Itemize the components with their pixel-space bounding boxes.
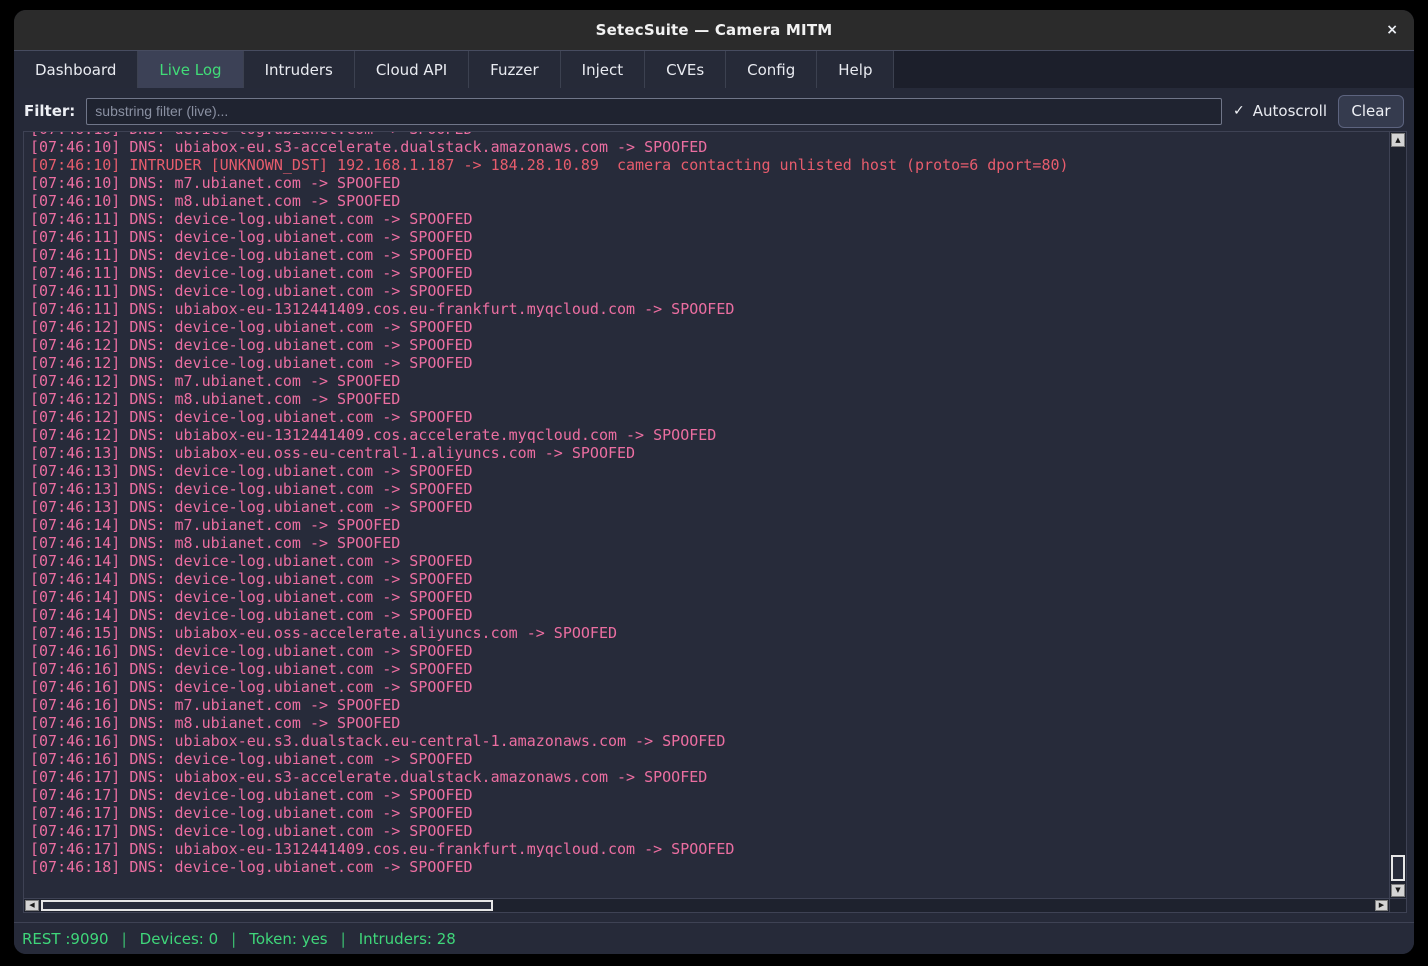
log-line: [07:46:13] DNS: ubiabox-eu.oss-eu-centra… xyxy=(30,444,1389,462)
log-line: [07:46:16] DNS: device-log.ubianet.com -… xyxy=(30,750,1389,768)
tab-inject[interactable]: Inject xyxy=(561,51,645,88)
log-line: [07:46:10] DNS: ubiabox-eu.s3-accelerate… xyxy=(30,138,1389,156)
log-line: [07:46:12] DNS: m7.ubianet.com -> SPOOFE… xyxy=(30,372,1389,390)
vertical-scrollbar[interactable]: ▲ ▼ xyxy=(1389,132,1406,898)
log-line: [07:46:13] DNS: device-log.ubianet.com -… xyxy=(30,462,1389,480)
log-line: [07:46:14] DNS: device-log.ubianet.com -… xyxy=(30,552,1389,570)
log-line: [07:46:10] DNS: m7.ubianet.com -> SPOOFE… xyxy=(30,174,1389,192)
log-line: [07:46:16] DNS: ubiabox-eu.s3.dualstack.… xyxy=(30,732,1389,750)
clear-button[interactable]: Clear xyxy=(1338,95,1404,128)
horizontal-scrollbar-thumb[interactable] xyxy=(41,900,493,911)
log-line: [07:46:14] DNS: m8.ubianet.com -> SPOOFE… xyxy=(30,534,1389,552)
status-separator: | xyxy=(122,930,127,948)
log-line: [07:46:11] DNS: device-log.ubianet.com -… xyxy=(30,264,1389,282)
log-line: [07:46:12] DNS: m8.ubianet.com -> SPOOFE… xyxy=(30,390,1389,408)
log-line: [07:46:15] DNS: ubiabox-eu.oss-accelerat… xyxy=(30,624,1389,642)
tab-live-log[interactable]: Live Log xyxy=(138,51,243,88)
log-line: [07:46:16] DNS: device-log.ubianet.com -… xyxy=(30,642,1389,660)
scroll-down-icon[interactable]: ▼ xyxy=(1391,884,1405,897)
checkmark-icon: ✓ xyxy=(1233,103,1245,119)
vertical-scrollbar-thumb[interactable] xyxy=(1391,855,1405,881)
tab-fuzzer[interactable]: Fuzzer xyxy=(469,51,560,88)
log-line: [07:46:14] DNS: m7.ubianet.com -> SPOOFE… xyxy=(30,516,1389,534)
log-text-area[interactable]: [07:46:10] DNS: device-log.ubianet.com -… xyxy=(24,132,1389,898)
status-segment: Devices: 0 xyxy=(140,930,218,948)
log-line: [07:46:14] DNS: device-log.ubianet.com -… xyxy=(30,570,1389,588)
log-line: [07:46:13] DNS: device-log.ubianet.com -… xyxy=(30,498,1389,516)
title-bar: SetecSuite — Camera MITM × xyxy=(14,10,1414,50)
log-line: [07:46:17] DNS: device-log.ubianet.com -… xyxy=(30,786,1389,804)
status-segment: REST :9090 xyxy=(22,930,109,948)
status-bar: REST :9090 | Devices: 0 | Token: yes | Intrude… xyxy=(14,922,1414,954)
log-line: [07:46:16] DNS: device-log.ubianet.com -… xyxy=(30,660,1389,678)
scrollbar-corner xyxy=(1389,898,1406,912)
filter-label: Filter: xyxy=(24,102,75,120)
log-line: [07:46:11] DNS: device-log.ubianet.com -… xyxy=(30,282,1389,300)
log-line: [07:46:12] DNS: ubiabox-eu-1312441409.co… xyxy=(30,426,1389,444)
log-line: [07:46:10] DNS: m8.ubianet.com -> SPOOFE… xyxy=(30,192,1389,210)
status-separator: | xyxy=(231,930,236,948)
log-line: [07:46:17] DNS: ubiabox-eu-1312441409.co… xyxy=(30,840,1389,858)
autoscroll-label: Autoscroll xyxy=(1253,102,1327,120)
log-line: [07:46:12] DNS: device-log.ubianet.com -… xyxy=(30,336,1389,354)
filter-input[interactable] xyxy=(86,98,1222,125)
log-line: [07:46:11] DNS: ubiabox-eu-1312441409.co… xyxy=(30,300,1389,318)
tab-intruders[interactable]: Intruders xyxy=(244,51,355,88)
log-line-intruder: [07:46:10] INTRUDER [UNKNOWN_DST] 192.16… xyxy=(30,156,1389,174)
tab-cloud-api[interactable]: Cloud API xyxy=(355,51,469,88)
log-line: [07:46:17] DNS: ubiabox-eu.s3-accelerate… xyxy=(30,768,1389,786)
tab-help[interactable]: Help xyxy=(817,51,894,88)
filter-bar: Filter: ✓ Autoscroll Clear xyxy=(14,88,1414,134)
log-line: [07:46:14] DNS: device-log.ubianet.com -… xyxy=(30,606,1389,624)
log-line: [07:46:18] DNS: device-log.ubianet.com -… xyxy=(30,858,1389,876)
log-line: [07:46:14] DNS: device-log.ubianet.com -… xyxy=(30,588,1389,606)
log-line: [07:46:16] DNS: m8.ubianet.com -> SPOOFE… xyxy=(30,714,1389,732)
log-line: [07:46:16] DNS: m7.ubianet.com -> SPOOFE… xyxy=(30,696,1389,714)
status-segment: Token: yes xyxy=(249,930,327,948)
horizontal-scrollbar[interactable]: ◀ ▶ xyxy=(24,898,1389,912)
scroll-left-icon[interactable]: ◀ xyxy=(25,900,39,911)
log-line: [07:46:12] DNS: device-log.ubianet.com -… xyxy=(30,318,1389,336)
log-line: [07:46:17] DNS: device-log.ubianet.com -… xyxy=(30,822,1389,840)
log-line: [07:46:11] DNS: device-log.ubianet.com -… xyxy=(30,228,1389,246)
log-frame: [07:46:10] DNS: device-log.ubianet.com -… xyxy=(23,131,1407,913)
window-title: SetecSuite — Camera MITM xyxy=(596,21,833,39)
log-line: [07:46:12] DNS: device-log.ubianet.com -… xyxy=(30,408,1389,426)
scroll-up-icon[interactable]: ▲ xyxy=(1391,133,1405,147)
scroll-right-icon[interactable]: ▶ xyxy=(1375,900,1388,911)
autoscroll-checkbox[interactable]: ✓ Autoscroll xyxy=(1233,102,1327,120)
app-window: SetecSuite — Camera MITM × DashboardLive… xyxy=(14,10,1414,954)
log-line: [07:46:17] DNS: device-log.ubianet.com -… xyxy=(30,804,1389,822)
status-segment: Intruders: 28 xyxy=(359,930,456,948)
log-line: [07:46:16] DNS: device-log.ubianet.com -… xyxy=(30,678,1389,696)
tab-dashboard[interactable]: Dashboard xyxy=(14,51,138,88)
log-line: [07:46:11] DNS: device-log.ubianet.com -… xyxy=(30,210,1389,228)
log-line: [07:46:12] DNS: device-log.ubianet.com -… xyxy=(30,354,1389,372)
log-line: [07:46:11] DNS: device-log.ubianet.com -… xyxy=(30,246,1389,264)
status-separator: | xyxy=(341,930,346,948)
close-icon[interactable]: × xyxy=(1386,23,1398,37)
tab-cves[interactable]: CVEs xyxy=(645,51,726,88)
tab-config[interactable]: Config xyxy=(726,51,817,88)
tab-bar: DashboardLive LogIntrudersCloud APIFuzze… xyxy=(14,50,1414,88)
log-line: [07:46:13] DNS: device-log.ubianet.com -… xyxy=(30,480,1389,498)
